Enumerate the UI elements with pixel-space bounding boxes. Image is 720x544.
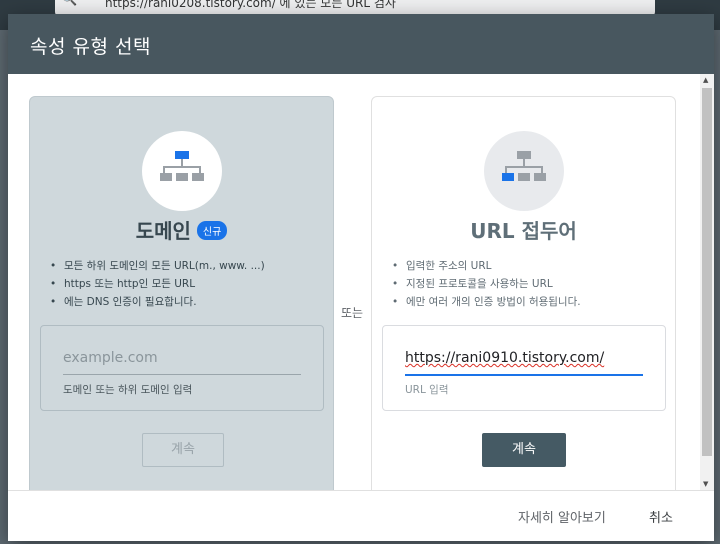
scroll-down-arrow-icon[interactable]: ▼	[703, 480, 708, 488]
scroll-up-arrow-icon[interactable]: ▲	[703, 76, 708, 84]
url-input-helper: URL 입력	[405, 384, 449, 396]
url-prefix-features-list: 입력한 주소의 URL 지정된 프로토콜을 사용하는 URL 에만 여러 개의 …	[392, 257, 581, 311]
url-input-box[interactable]: https://rani0910.tistory.com/ URL 입력	[382, 325, 666, 411]
sitemap-icon	[160, 151, 204, 181]
list-item: 입력한 주소의 URL	[392, 257, 581, 275]
url-prefix-continue-button[interactable]: 계속	[482, 433, 566, 467]
background-search-text: https://rani0208.tistory.com/ 에 있는 모든 UR…	[105, 0, 396, 10]
list-item: 지정된 프로토콜을 사용하는 URL	[392, 275, 581, 293]
vertical-scrollbar[interactable]: ▲ ▼	[700, 74, 714, 490]
dialog-content: 도메인 신규 모든 하위 도메인의 모든 URL(m., www. ...) ht…	[8, 74, 714, 490]
learn-more-link[interactable]: 자세히 알아보기	[518, 507, 606, 526]
or-separator: 또는	[341, 306, 364, 320]
domain-input-box[interactable]: example.com 도메인 또는 하위 도메인 입력	[40, 325, 324, 411]
domain-title: 도메인 신규	[30, 215, 333, 244]
scrollbar-thumb[interactable]	[702, 88, 712, 456]
dialog-header: 속성 유형 선택	[8, 14, 714, 74]
search-icon: 🔍	[61, 0, 77, 7]
url-prefix-icon-circle	[484, 131, 564, 211]
list-item: 에는 DNS 인증이 필요합니다.	[50, 293, 265, 311]
url-input[interactable]: https://rani0910.tistory.com/	[405, 350, 643, 376]
new-badge: 신규	[196, 221, 228, 240]
domain-card[interactable]: 도메인 신규 모든 하위 도메인의 모든 URL(m., www. ...) ht…	[29, 96, 334, 490]
cancel-button[interactable]: 취소	[649, 507, 673, 526]
domain-icon-circle	[142, 131, 222, 211]
list-item: 모든 하위 도메인의 모든 URL(m., www. ...)	[50, 257, 265, 275]
domain-features-list: 모든 하위 도메인의 모든 URL(m., www. ...) https 또는…	[50, 257, 265, 311]
url-input-text: https://rani0910.tistory.com/	[405, 350, 605, 366]
list-item: https 또는 http인 모든 URL	[50, 275, 265, 293]
domain-input[interactable]: example.com	[63, 350, 301, 375]
dialog-title: 속성 유형 선택	[30, 36, 151, 58]
domain-input-helper: 도메인 또는 하위 도메인 입력	[63, 384, 193, 396]
domain-title-text: 도메인	[135, 219, 191, 243]
domain-continue-button[interactable]: 계속	[142, 433, 224, 467]
url-prefix-card[interactable]: URL 접두어 입력한 주소의 URL 지정된 프로토콜을 사용하는 URL 에…	[371, 96, 676, 490]
url-prefix-title: URL 접두어	[470, 219, 577, 243]
sitemap-icon	[502, 151, 546, 181]
dialog-footer: 자세히 알아보기 취소	[8, 490, 714, 541]
list-item: 에만 여러 개의 인증 방법이 허용됩니다.	[392, 293, 581, 311]
select-property-type-dialog: 속성 유형 선택 도메인신규 모든 하위 도메인의	[8, 14, 714, 541]
